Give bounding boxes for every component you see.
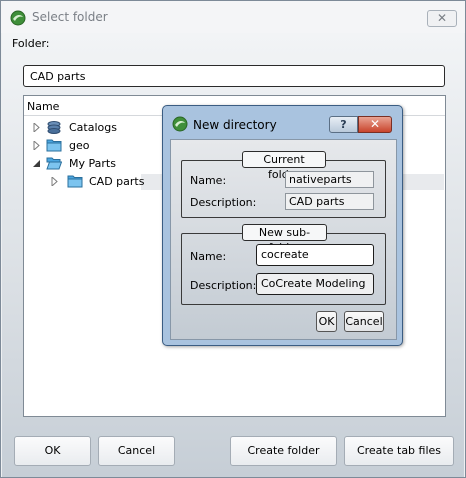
help-button[interactable]: ? — [329, 116, 358, 133]
tree-item-geo[interactable]: geo — [31, 137, 151, 155]
tree-item-label: CAD parts — [89, 175, 145, 188]
dialog-titlebar[interactable]: New directory ? ✕ — [163, 106, 402, 138]
dialog-title: New directory — [193, 118, 277, 132]
new-name-label: Name: — [190, 250, 227, 263]
tree-item-label: geo — [69, 139, 90, 152]
folder-path-input[interactable] — [23, 65, 445, 87]
dialog-close-button[interactable]: ✕ — [358, 116, 392, 133]
folder-label: Folder: — [12, 37, 50, 50]
current-name-field: nativeparts — [285, 171, 374, 188]
tree-item-label: My Parts — [69, 157, 116, 170]
tree-item-catalogs[interactable]: Catalogs — [31, 119, 151, 137]
window-close-button[interactable]: ✕ — [427, 10, 457, 27]
folder-icon — [67, 175, 83, 188]
catalog-icon — [47, 121, 61, 134]
new-description-input[interactable]: CoCreate Modeling — [256, 273, 374, 295]
app-logo-icon — [10, 10, 26, 26]
app-logo-icon — [172, 116, 188, 132]
create-tab-files-button[interactable]: Create tab files — [344, 436, 454, 466]
tree-item-label: Catalogs — [69, 121, 117, 134]
new-description-label: Description: — [190, 279, 257, 292]
current-folder-group-title: Current folder — [242, 151, 326, 181]
collapse-arrow-icon[interactable] — [33, 159, 41, 168]
current-description-label: Description: — [190, 196, 257, 209]
current-name-label: Name: — [190, 174, 227, 187]
dialog-ok-button[interactable]: OK — [316, 311, 337, 332]
new-directory-dialog: New directory ? ✕ Current folder Name: n… — [162, 105, 403, 346]
folder-open-icon — [46, 157, 62, 170]
dialog-body: Current folder Name: nativeparts Descrip… — [170, 139, 397, 340]
tree-item-my-parts[interactable]: My Parts — [31, 155, 151, 173]
expand-arrow-icon[interactable] — [33, 123, 41, 132]
ok-button[interactable]: OK — [14, 436, 91, 466]
dialog-cancel-button[interactable]: Cancel — [344, 311, 384, 332]
create-folder-button[interactable]: Create folder — [230, 436, 337, 466]
new-subfolder-group-title: New sub-folder — [242, 224, 327, 254]
tree-item-cad-parts[interactable]: CAD parts — [49, 173, 169, 191]
window-title: Select folder — [32, 10, 108, 24]
new-name-input[interactable]: cocreate — [256, 244, 374, 266]
select-folder-window: Select folder ✕ Folder: Name Catalogs ge… — [0, 0, 466, 478]
folder-icon — [46, 139, 62, 152]
window-titlebar[interactable]: Select folder ✕ — [1, 1, 465, 33]
expand-arrow-icon[interactable] — [51, 177, 59, 186]
expand-arrow-icon[interactable] — [33, 141, 41, 150]
current-description-field: CAD parts — [285, 193, 374, 210]
cancel-button[interactable]: Cancel — [98, 436, 175, 466]
